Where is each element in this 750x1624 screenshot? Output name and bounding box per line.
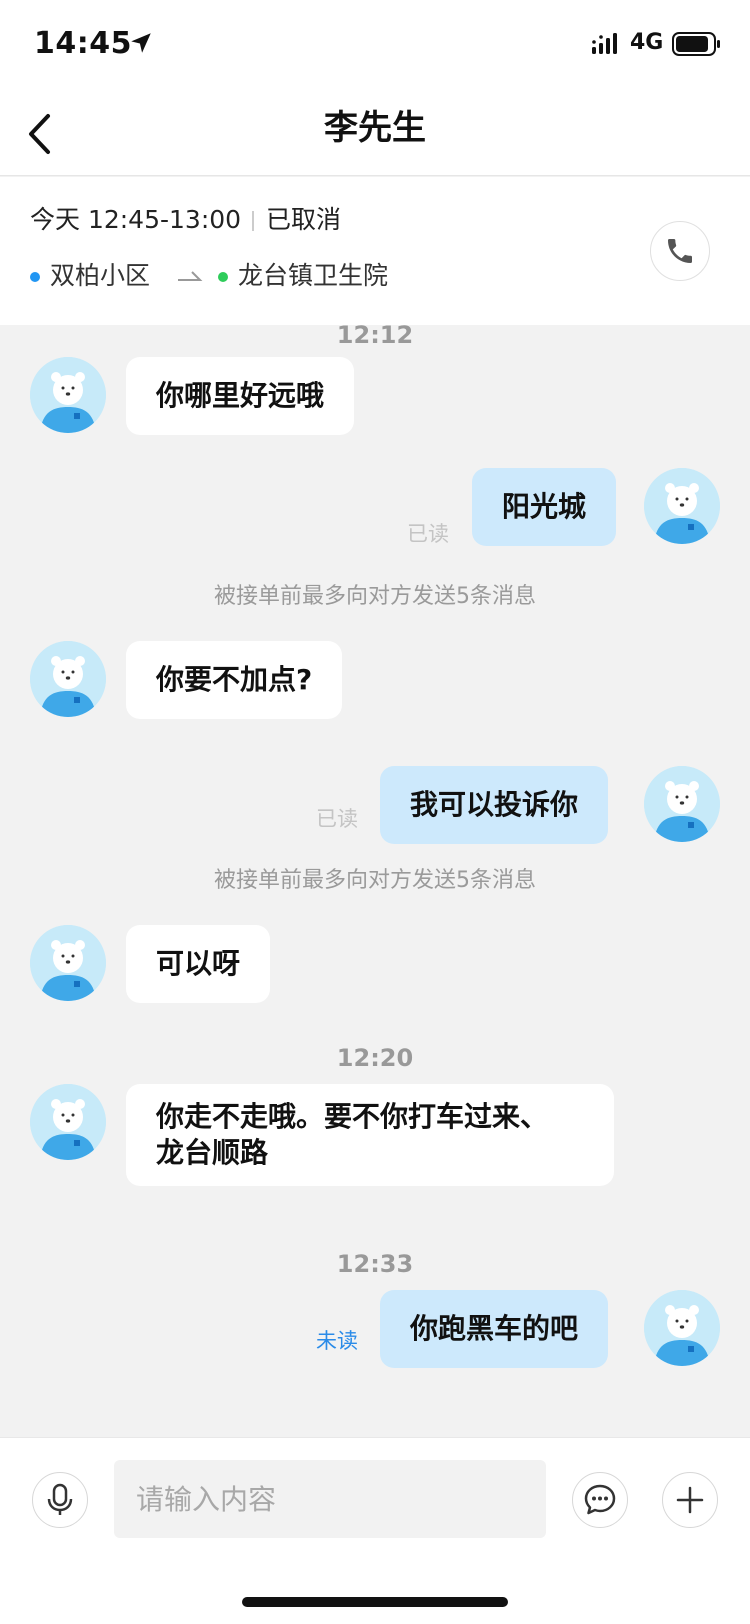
- chat-notice: 被接单前最多向对方发送5条消息: [214, 868, 536, 893]
- user-avatar[interactable]: [644, 1290, 720, 1366]
- bear-avatar-icon: [644, 766, 720, 842]
- battery-icon: [672, 32, 720, 56]
- destination-dot-icon: [218, 272, 228, 282]
- chat-timestamp: 12:12: [336, 321, 414, 349]
- incoming-message[interactable]: 可以呀: [126, 925, 271, 1003]
- plus-icon: [676, 1486, 704, 1514]
- contact-avatar[interactable]: [30, 1084, 106, 1160]
- page-title: 李先生: [324, 108, 426, 148]
- route-destination: 龙台镇卫生院: [238, 261, 389, 290]
- incoming-message[interactable]: 你走不走哦。要不你打车过来、 龙台顺路: [126, 1084, 614, 1186]
- unread-status: 未读: [316, 1329, 358, 1353]
- bear-avatar-icon: [30, 925, 106, 1001]
- call-button[interactable]: [650, 221, 710, 281]
- chat-notice: 被接单前最多向对方发送5条消息: [214, 584, 536, 609]
- bear-avatar-icon: [644, 468, 720, 544]
- user-avatar[interactable]: [644, 468, 720, 544]
- origin-dot-icon: [30, 272, 40, 282]
- bear-avatar-icon: [30, 641, 106, 717]
- status-bar: 14:45 4G: [0, 0, 750, 88]
- message-line: 你走不走哦。要不你打车过来、: [156, 1100, 549, 1133]
- contact-avatar[interactable]: [30, 357, 106, 433]
- read-status: 已读: [316, 807, 358, 831]
- signal-icon: [592, 33, 617, 54]
- quick-reply-button[interactable]: [572, 1472, 628, 1528]
- chat-timestamp: 12:33: [336, 1250, 414, 1278]
- bear-avatar-icon: [644, 1290, 720, 1366]
- microphone-icon: [47, 1483, 73, 1515]
- nav-bar: 李先生: [0, 88, 750, 176]
- user-avatar[interactable]: [644, 766, 720, 842]
- incoming-message[interactable]: 你要不加点?: [126, 641, 343, 719]
- message-input[interactable]: [114, 1460, 546, 1538]
- input-bar: [0, 1437, 750, 1624]
- network-label: 4G: [630, 30, 664, 55]
- order-status: 已取消: [266, 205, 342, 234]
- outgoing-message[interactable]: 我可以投诉你: [380, 766, 609, 844]
- message-line: 龙台顺路: [156, 1136, 269, 1169]
- contact-avatar[interactable]: [30, 925, 106, 1001]
- location-arrow-icon: [131, 33, 151, 53]
- status-time: 14:45: [34, 26, 132, 61]
- order-card: 今天 12:45-13:00 已取消 双柏小区 龙台镇卫生院: [0, 177, 750, 325]
- order-time: 今天 12:45-13:00: [30, 205, 242, 234]
- route-row: 双柏小区 龙台镇卫生院: [30, 259, 630, 293]
- outgoing-message[interactable]: 你跑黑车的吧: [380, 1290, 609, 1368]
- home-indicator[interactable]: [242, 1597, 508, 1607]
- phone-icon: [668, 239, 692, 263]
- route-origin: 双柏小区: [50, 261, 151, 290]
- outgoing-message[interactable]: 阳光城: [472, 468, 617, 546]
- bear-avatar-icon: [30, 1084, 106, 1160]
- read-status: 已读: [407, 522, 449, 546]
- chat-timestamp: 12:20: [336, 1044, 414, 1072]
- order-divider: [252, 211, 254, 231]
- voice-input-button[interactable]: [32, 1472, 88, 1528]
- bear-avatar-icon: [30, 357, 106, 433]
- chat-bubble-icon: [584, 1484, 616, 1515]
- contact-avatar[interactable]: [30, 641, 106, 717]
- add-button[interactable]: [662, 1472, 718, 1528]
- arrow-right-icon: [178, 271, 203, 281]
- chat-area[interactable]: 12:12 你哪里好远哦 已读 阳光城 被接单前最多向对方发送5条消息 你要不加…: [0, 321, 750, 1437]
- incoming-message[interactable]: 你哪里好远哦: [126, 357, 355, 435]
